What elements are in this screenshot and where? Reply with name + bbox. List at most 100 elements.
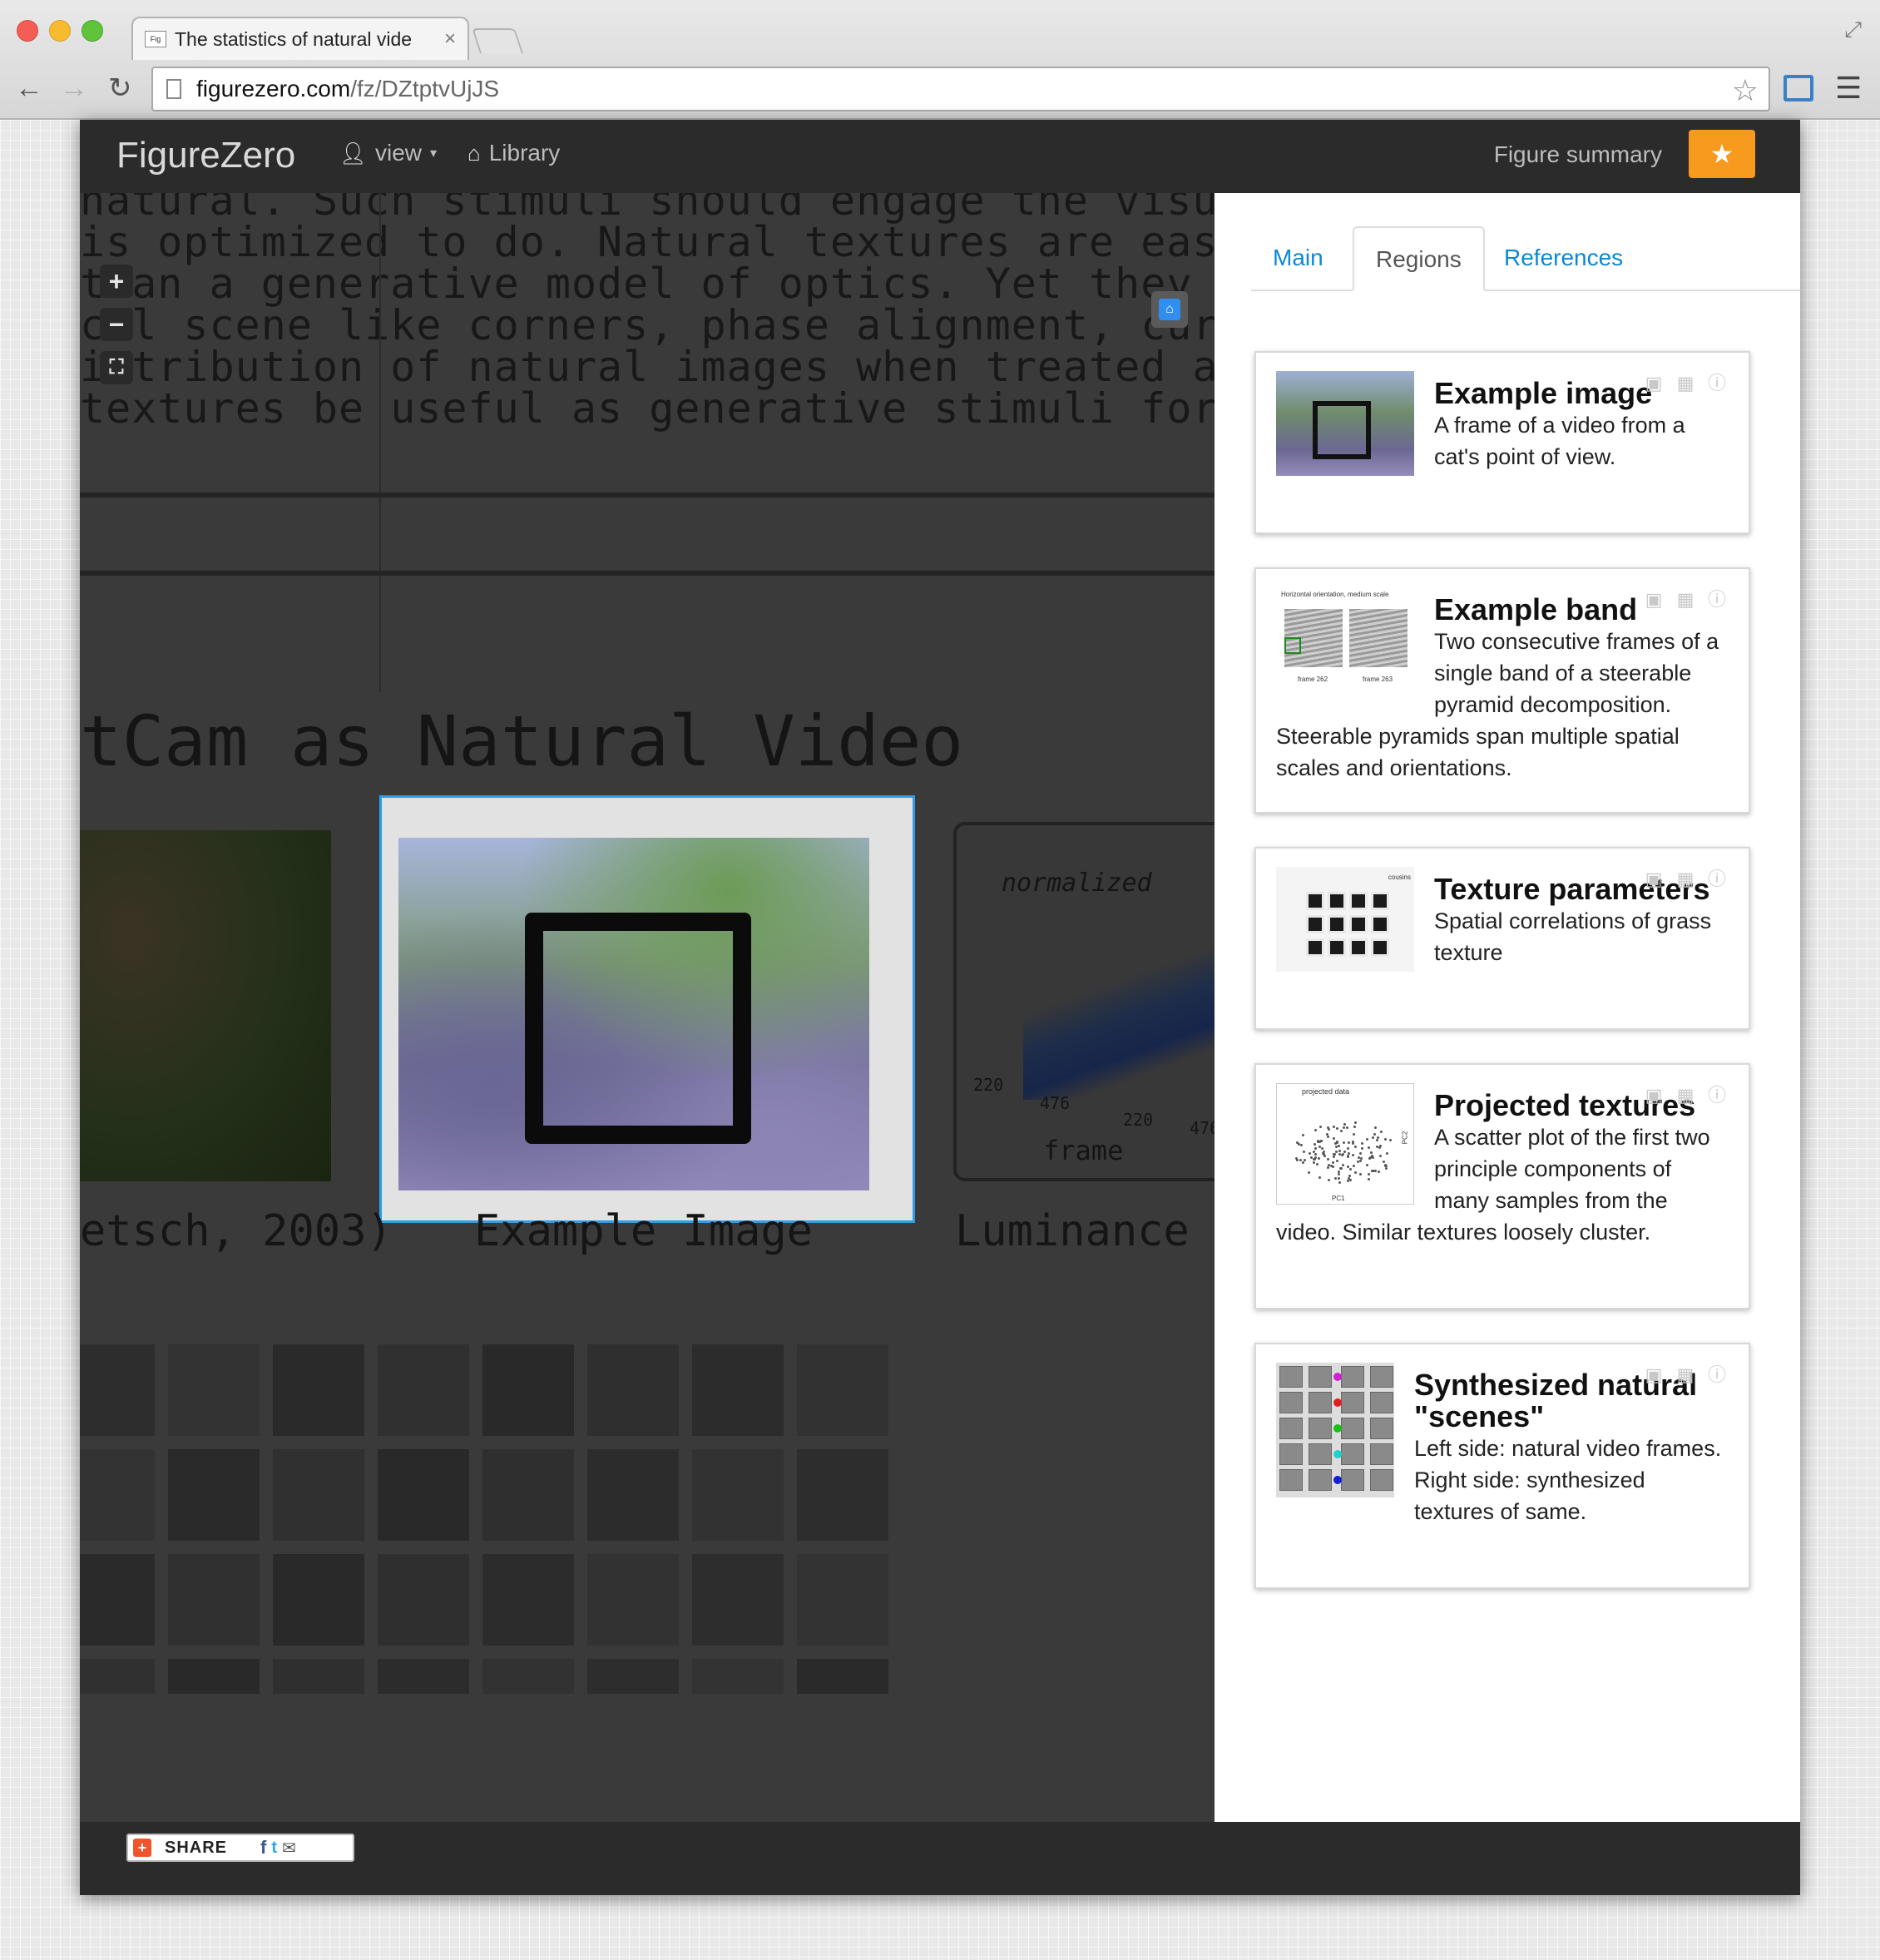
info-icon[interactable]: ⓘ (1707, 1086, 1727, 1105)
highlight-box (525, 913, 751, 1144)
scatter-dot (1299, 1158, 1302, 1161)
region-card[interactable]: projected data PC1 PC2 ▣ ▦ ⓘ Projected t… (1254, 1063, 1750, 1309)
region-thumbnail: cousins (1276, 867, 1414, 972)
home-view-button[interactable]: ⌂ (1151, 291, 1188, 328)
url-path: /fz/DZtptvUjJS (350, 76, 500, 101)
share-button[interactable]: + SHARE f t ✉ (126, 1834, 354, 1862)
browser-tab[interactable]: Fig The statistics of natural vide × (131, 17, 469, 60)
top-navbar: FigureZero 👤︎ view ▾ ⌂ Library Figure su… (80, 120, 1800, 193)
scene-tile (1341, 1392, 1364, 1413)
image-icon[interactable]: ▣ (1644, 374, 1664, 393)
tab-references[interactable]: References (1482, 226, 1645, 291)
band-tile (692, 1659, 784, 1694)
band-tile (80, 1344, 155, 1436)
band-tile (378, 1659, 469, 1694)
address-bar[interactable]: figurezero.com/fz/DZtptvUjJS ☆ (151, 67, 1770, 111)
scatter-dot (1314, 1156, 1318, 1160)
menu-icon[interactable]: ☰ (1835, 73, 1862, 103)
scatter-dot (1376, 1139, 1379, 1142)
cluster-marker (1333, 1424, 1342, 1433)
scatter-dot (1347, 1141, 1350, 1144)
favorite-star-button[interactable]: ★ (1689, 130, 1755, 178)
image-icon[interactable]: ▣ (1644, 591, 1664, 609)
scatter-dot (1341, 1163, 1344, 1166)
scatter-dot (1357, 1160, 1360, 1163)
back-button[interactable]: ← (15, 72, 43, 105)
info-icon[interactable]: ⓘ (1707, 374, 1727, 393)
zoom-out-button[interactable]: − (100, 308, 133, 341)
minimize-window-button[interactable] (49, 20, 71, 42)
scene-tile (1341, 1366, 1364, 1388)
qr-code-icon[interactable]: ▦ (1675, 1086, 1695, 1105)
scatter-dot (1327, 1136, 1330, 1139)
maximize-window-button[interactable] (82, 20, 103, 42)
band-tile (587, 1554, 679, 1646)
tab-close-icon[interactable]: × (444, 27, 456, 51)
scene-tile (1309, 1366, 1332, 1388)
scatter-dot (1349, 1168, 1353, 1171)
scatter-dot (1313, 1150, 1316, 1153)
email-icon[interactable]: ✉ (282, 1838, 296, 1859)
forward-button[interactable]: → (60, 72, 88, 105)
scene-tile (1341, 1469, 1364, 1491)
scatter-dot (1313, 1161, 1316, 1164)
card-actions: ▣ ▦ ⓘ (1644, 374, 1727, 393)
scatter-dot (1352, 1153, 1355, 1156)
band-tile (168, 1344, 260, 1436)
scene-tile (1279, 1443, 1303, 1465)
scatter-dot (1308, 1171, 1311, 1174)
bookmark-star-icon[interactable]: ☆ (1732, 73, 1759, 108)
image-icon[interactable]: ▣ (1644, 1086, 1664, 1105)
info-icon[interactable]: ⓘ (1707, 591, 1727, 609)
nav-library-link[interactable]: ⌂ Library (468, 140, 560, 166)
band-tile (273, 1344, 364, 1436)
qr-code-icon[interactable]: ▦ (1675, 1366, 1695, 1384)
figure-summary-link[interactable]: Figure summary (1494, 141, 1662, 168)
info-icon[interactable]: ⓘ (1707, 1366, 1727, 1384)
figure-viewer[interactable]: natural. Such stimuli should engage the … (80, 193, 1215, 1822)
fullscreen-icon[interactable]: ⤢ (1844, 17, 1862, 43)
band-frame (1349, 609, 1408, 667)
section-title: tCam as Natural Video (80, 700, 964, 782)
cluster-marker (1333, 1476, 1342, 1484)
lum-tick: 220 (973, 1075, 1004, 1095)
scatter-dot (1326, 1157, 1329, 1161)
region-card[interactable]: cousins ▣ ▦ ⓘ Texture parameters Spatial… (1254, 847, 1750, 1030)
tab-regions[interactable]: Regions (1353, 226, 1485, 291)
close-window-button[interactable] (17, 20, 38, 42)
scatter-dot (1338, 1177, 1341, 1180)
scatter-dot (1318, 1126, 1322, 1129)
scatter-dot (1379, 1145, 1383, 1148)
example-image-region[interactable] (379, 795, 915, 1223)
new-tab-button[interactable] (472, 28, 523, 53)
qr-code-icon[interactable]: ▦ (1675, 374, 1695, 393)
image-icon[interactable]: ▣ (1644, 870, 1664, 888)
qr-code-icon[interactable]: ▦ (1675, 591, 1695, 609)
cluster-marker (1333, 1398, 1342, 1407)
nav-view-label: view (375, 140, 423, 166)
facebook-icon[interactable]: f (260, 1837, 266, 1859)
twitter-icon[interactable]: t (271, 1839, 277, 1858)
scatter-dot (1347, 1154, 1350, 1157)
nav-view-dropdown[interactable]: 👤︎ view ▾ (339, 140, 437, 166)
region-card[interactable]: ▣ ▦ ⓘ Example image A frame of a video f… (1254, 351, 1750, 534)
scatter-dot (1333, 1152, 1337, 1156)
reload-button[interactable]: ↻ (108, 72, 132, 105)
cast-icon[interactable] (1784, 75, 1813, 101)
scatter-dot (1337, 1173, 1340, 1176)
region-card[interactable]: Horizontal orientation, medium scale fra… (1254, 567, 1750, 814)
region-card[interactable]: ▣ ▦ ⓘ Synthesized natural "scenes" Left … (1254, 1343, 1750, 1589)
card-actions: ▣ ▦ ⓘ (1644, 1366, 1727, 1384)
scatter-dot (1335, 1145, 1338, 1148)
user-icon: 👤︎ (339, 140, 368, 166)
zoom-in-button[interactable]: + (100, 265, 133, 298)
info-icon[interactable]: ⓘ (1707, 870, 1727, 888)
fit-view-button[interactable]: ⛶ (100, 351, 133, 384)
brand-logo[interactable]: FigureZero (116, 135, 295, 176)
qr-code-icon[interactable]: ▦ (1675, 870, 1695, 888)
cat-photo (80, 830, 331, 1181)
scatter-dot (1313, 1142, 1316, 1146)
image-icon[interactable]: ▣ (1644, 1366, 1664, 1384)
scatter-dot (1361, 1147, 1364, 1151)
tab-main[interactable]: Main (1251, 226, 1345, 291)
